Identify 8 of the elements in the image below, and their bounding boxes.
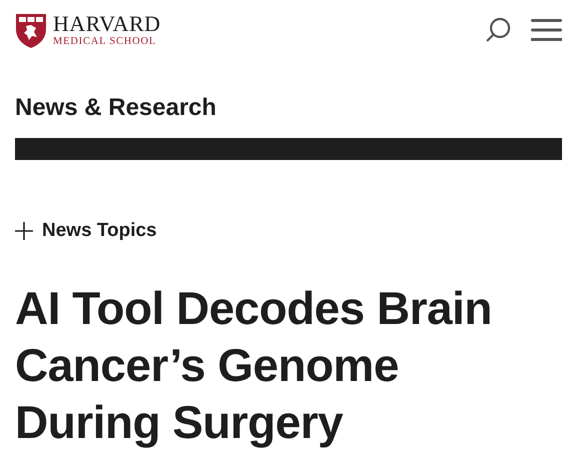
- shield-icon: [15, 13, 47, 49]
- section-title[interactable]: News & Research: [15, 93, 562, 123]
- news-topics-toggle[interactable]: News Topics: [15, 220, 157, 242]
- logo-subtitle: MEDICAL SCHOOL: [53, 34, 158, 48]
- search-icon[interactable]: [485, 17, 511, 43]
- article-headline: AI Tool Decodes Brain Cancer’s Genome During Surgery: [15, 281, 493, 450]
- menu-icon[interactable]: [531, 18, 562, 42]
- logo-name: HARVARD: [53, 12, 161, 34]
